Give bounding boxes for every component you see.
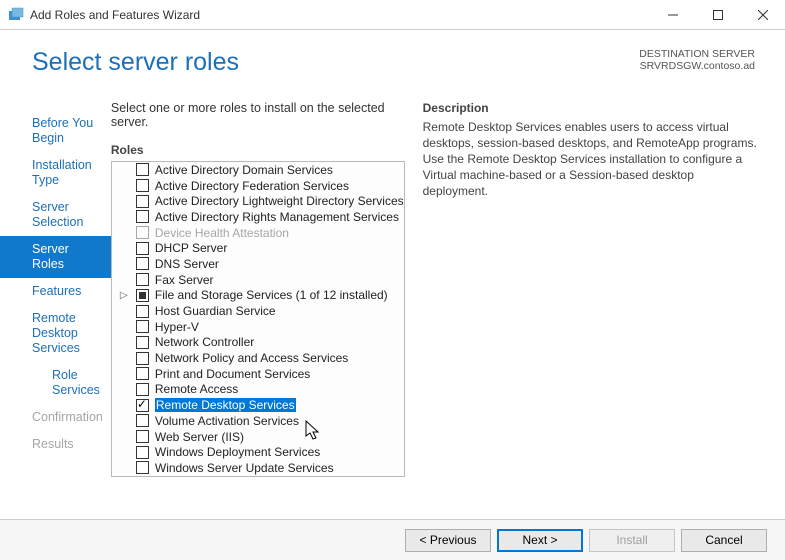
role-item[interactable]: Windows Deployment Services xyxy=(112,444,404,460)
description-label: Description xyxy=(423,101,757,115)
sidebar-step: Results xyxy=(0,431,111,458)
role-item[interactable]: Active Directory Federation Services xyxy=(112,178,404,194)
role-checkbox[interactable] xyxy=(136,461,149,474)
role-label: Active Directory Rights Management Servi… xyxy=(155,210,399,224)
minimize-button[interactable] xyxy=(650,0,695,29)
destination-server: SRVRDSGW.contoso.ad xyxy=(639,60,755,72)
role-label: Remote Desktop Services xyxy=(155,398,296,412)
wizard-sidebar: Before You BeginInstallation TypeServer … xyxy=(0,87,111,477)
role-label: Host Guardian Service xyxy=(155,304,276,318)
role-checkbox[interactable] xyxy=(136,163,149,176)
role-item[interactable]: Host Guardian Service xyxy=(112,303,404,319)
role-item[interactable]: ▷ File and Storage Services (1 of 12 inst… xyxy=(112,288,404,304)
footer: < Previous Next > Install Cancel xyxy=(0,519,785,560)
role-checkbox[interactable] xyxy=(136,367,149,380)
role-checkbox[interactable] xyxy=(136,305,149,318)
roles-label: Roles xyxy=(111,143,405,157)
role-item[interactable]: Active Directory Lightweight Directory S… xyxy=(112,193,404,209)
role-label: Windows Server Update Services xyxy=(155,461,334,475)
install-button[interactable]: Install xyxy=(589,529,675,552)
roles-list: Active Directory Domain Services Active D… xyxy=(111,161,405,477)
role-label: File and Storage Services (1 of 12 insta… xyxy=(155,288,388,302)
role-label: Active Directory Federation Services xyxy=(155,179,349,193)
description-text: Remote Desktop Services enables users to… xyxy=(423,119,757,199)
titlebar: Add Roles and Features Wizard xyxy=(0,0,785,30)
role-item[interactable]: DHCP Server xyxy=(112,240,404,256)
role-label: Remote Access xyxy=(155,382,238,396)
role-checkbox[interactable] xyxy=(136,352,149,365)
role-label: Fax Server xyxy=(155,273,214,287)
instruction-text: Select one or more roles to install on t… xyxy=(111,101,405,129)
role-label: Hyper-V xyxy=(155,320,199,334)
sidebar-step[interactable]: Installation Type xyxy=(0,152,111,194)
role-item[interactable]: Device Health Attestation xyxy=(112,225,404,241)
role-checkbox[interactable] xyxy=(136,226,149,239)
role-label: Device Health Attestation xyxy=(155,226,289,240)
role-item[interactable]: Windows Server Update Services xyxy=(112,460,404,476)
role-item[interactable]: Fax Server xyxy=(112,272,404,288)
role-checkbox[interactable] xyxy=(136,242,149,255)
role-label: Active Directory Domain Services xyxy=(155,163,333,177)
role-item[interactable]: Active Directory Domain Services xyxy=(112,162,404,178)
role-checkbox[interactable] xyxy=(136,446,149,459)
role-item[interactable]: Remote Access xyxy=(112,382,404,398)
role-label: Windows Deployment Services xyxy=(155,445,320,459)
role-item[interactable]: DNS Server xyxy=(112,256,404,272)
role-checkbox[interactable] xyxy=(136,336,149,349)
role-label: Active Directory Lightweight Directory S… xyxy=(155,194,404,208)
chevron-right-icon[interactable]: ▷ xyxy=(120,290,130,300)
role-item[interactable]: Active Directory Rights Management Servi… xyxy=(112,209,404,225)
sidebar-step[interactable]: Remote Desktop Services xyxy=(0,305,111,362)
role-item[interactable]: Hyper-V xyxy=(112,319,404,335)
role-item[interactable]: Network Policy and Access Services xyxy=(112,350,404,366)
role-label: Web Server (IIS) xyxy=(155,430,244,444)
role-checkbox[interactable] xyxy=(136,210,149,223)
destination-label: DESTINATION SERVER xyxy=(639,48,755,60)
close-button[interactable] xyxy=(740,0,785,29)
role-checkbox[interactable] xyxy=(136,257,149,270)
role-item[interactable]: Print and Document Services xyxy=(112,366,404,382)
role-checkbox[interactable] xyxy=(136,399,149,412)
role-label: Network Controller xyxy=(155,335,254,349)
role-label: Print and Document Services xyxy=(155,367,310,381)
window-title: Add Roles and Features Wizard xyxy=(30,8,650,22)
role-label: Volume Activation Services xyxy=(155,414,299,428)
role-checkbox[interactable] xyxy=(136,179,149,192)
role-checkbox[interactable] xyxy=(136,320,149,333)
role-checkbox[interactable] xyxy=(136,289,149,302)
sidebar-step[interactable]: Role Services xyxy=(0,362,111,404)
page-title: Select server roles xyxy=(32,48,239,77)
role-checkbox[interactable] xyxy=(136,273,149,286)
role-checkbox[interactable] xyxy=(136,383,149,396)
role-item[interactable]: Network Controller xyxy=(112,335,404,351)
role-label: DHCP Server xyxy=(155,241,227,255)
role-item[interactable]: Remote Desktop Services xyxy=(112,397,404,413)
cancel-button[interactable]: Cancel xyxy=(681,529,767,552)
role-checkbox[interactable] xyxy=(136,414,149,427)
sidebar-step[interactable]: Server Selection xyxy=(0,194,111,236)
app-icon xyxy=(8,7,24,23)
sidebar-step[interactable]: Features xyxy=(0,278,111,305)
roles-scroll[interactable]: Active Directory Domain Services Active D… xyxy=(112,162,404,476)
sidebar-step[interactable]: Server Roles xyxy=(0,236,111,278)
role-label: Network Policy and Access Services xyxy=(155,351,348,365)
role-item[interactable]: Volume Activation Services xyxy=(112,413,404,429)
sidebar-step: Confirmation xyxy=(0,404,111,431)
sidebar-step[interactable]: Before You Begin xyxy=(0,110,111,152)
header: Select server roles DESTINATION SERVER S… xyxy=(0,30,785,87)
maximize-button[interactable] xyxy=(695,0,740,29)
next-button[interactable]: Next > xyxy=(497,529,583,552)
destination-info: DESTINATION SERVER SRVRDSGW.contoso.ad xyxy=(639,48,755,72)
role-checkbox[interactable] xyxy=(136,430,149,443)
role-label: DNS Server xyxy=(155,257,219,271)
role-checkbox[interactable] xyxy=(136,195,149,208)
role-item[interactable]: Web Server (IIS) xyxy=(112,429,404,445)
previous-button[interactable]: < Previous xyxy=(405,529,491,552)
